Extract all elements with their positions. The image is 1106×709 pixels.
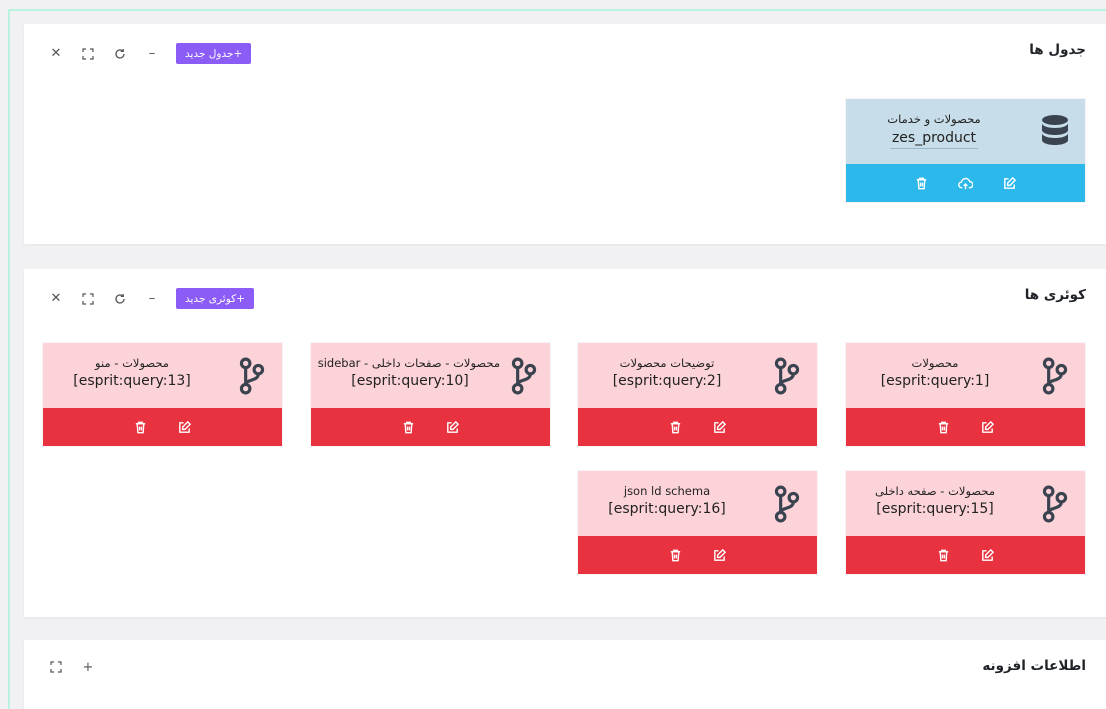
edit-icon[interactable] <box>978 545 998 565</box>
branch-icon <box>1041 485 1069 523</box>
panel-title: جدول ها <box>1029 42 1086 58</box>
close-icon[interactable]: ✕ <box>46 44 66 64</box>
focus-outline-top <box>8 9 1106 11</box>
query-card[interactable]: محصولات - صفحات داخلی - sidebar [esprit:… <box>310 342 551 447</box>
branch-icon <box>773 485 801 523</box>
card-subtitle: [esprit:query:1] <box>880 373 990 389</box>
delete-icon[interactable] <box>399 417 419 437</box>
delete-icon[interactable] <box>666 417 686 437</box>
tables-panel: جدول ها ✕ – +جدول جدید محصولات و خدمات z… <box>24 24 1106 244</box>
edit-icon[interactable] <box>443 417 463 437</box>
query-card[interactable]: json ld schema [esprit:query:16] <box>577 470 818 575</box>
card-title: محصولات - منو <box>95 356 169 370</box>
add-table-button[interactable]: +جدول جدید <box>176 43 252 64</box>
card-subtitle: [esprit:query:10] <box>351 373 469 389</box>
card-title: محصولات و خدمات <box>887 112 981 126</box>
branch-icon <box>773 357 801 395</box>
panel-title: اطلاعات افزونه <box>982 658 1086 674</box>
branch-icon <box>1041 357 1069 395</box>
delete-icon[interactable] <box>912 173 932 193</box>
add-query-button[interactable]: +کوئری جدید <box>176 288 254 309</box>
delete-icon[interactable] <box>131 417 151 437</box>
fullscreen-icon[interactable] <box>46 657 66 677</box>
fullscreen-icon[interactable] <box>78 44 98 64</box>
card-subtitle: [esprit:query:16] <box>608 501 726 517</box>
delete-icon[interactable] <box>934 545 954 565</box>
edit-icon[interactable] <box>1000 173 1020 193</box>
plugin-info-panel: اطلاعات افزونه + <box>24 640 1106 709</box>
minimize-icon[interactable]: – <box>142 44 162 64</box>
upload-icon[interactable] <box>956 173 976 193</box>
query-card[interactable]: محصولات - منو [esprit:query:13] <box>42 342 283 447</box>
card-title: محصولات - صفحه داخلی <box>875 484 995 498</box>
panel-title: کوئری ها <box>1024 287 1086 303</box>
branch-icon <box>510 357 538 395</box>
edit-icon[interactable] <box>710 545 730 565</box>
edit-icon[interactable] <box>175 417 195 437</box>
card-title: توضیحات محصولات <box>619 356 715 370</box>
query-card[interactable]: محصولات [esprit:query:1] <box>845 342 1086 447</box>
edit-icon[interactable] <box>978 417 998 437</box>
card-title: json ld schema <box>623 484 711 498</box>
branch-icon <box>238 357 266 395</box>
fullscreen-icon[interactable] <box>78 289 98 309</box>
focus-outline-left <box>8 9 10 709</box>
card-title: محصولات <box>911 356 959 370</box>
panel-toolbar: ✕ – +کوئری جدید <box>46 288 254 309</box>
card-title: محصولات - صفحات داخلی - sidebar <box>317 356 500 370</box>
database-icon <box>1041 113 1069 151</box>
delete-icon[interactable] <box>934 417 954 437</box>
edit-icon[interactable] <box>710 417 730 437</box>
refresh-icon[interactable] <box>110 289 130 309</box>
refresh-icon[interactable] <box>110 44 130 64</box>
table-card[interactable]: محصولات و خدمات zes_product <box>845 98 1086 203</box>
close-icon[interactable]: ✕ <box>46 289 66 309</box>
card-subtitle: [esprit:query:15] <box>876 501 994 517</box>
minimize-icon[interactable]: – <box>142 289 162 309</box>
panel-toolbar: ✕ – +جدول جدید <box>46 43 252 64</box>
card-subtitle: zes_product <box>889 128 979 149</box>
card-subtitle: [esprit:query:2] <box>612 373 722 389</box>
plus-icon[interactable]: + <box>78 657 98 677</box>
query-card[interactable]: توضیحات محصولات [esprit:query:2] <box>577 342 818 447</box>
queries-panel: کوئری ها ✕ – +کوئری جدید محصولات [esprit… <box>24 269 1106 617</box>
delete-icon[interactable] <box>666 545 686 565</box>
card-subtitle: [esprit:query:13] <box>73 373 191 389</box>
panel-toolbar: + <box>46 657 110 677</box>
query-card[interactable]: محصولات - صفحه داخلی [esprit:query:15] <box>845 470 1086 575</box>
